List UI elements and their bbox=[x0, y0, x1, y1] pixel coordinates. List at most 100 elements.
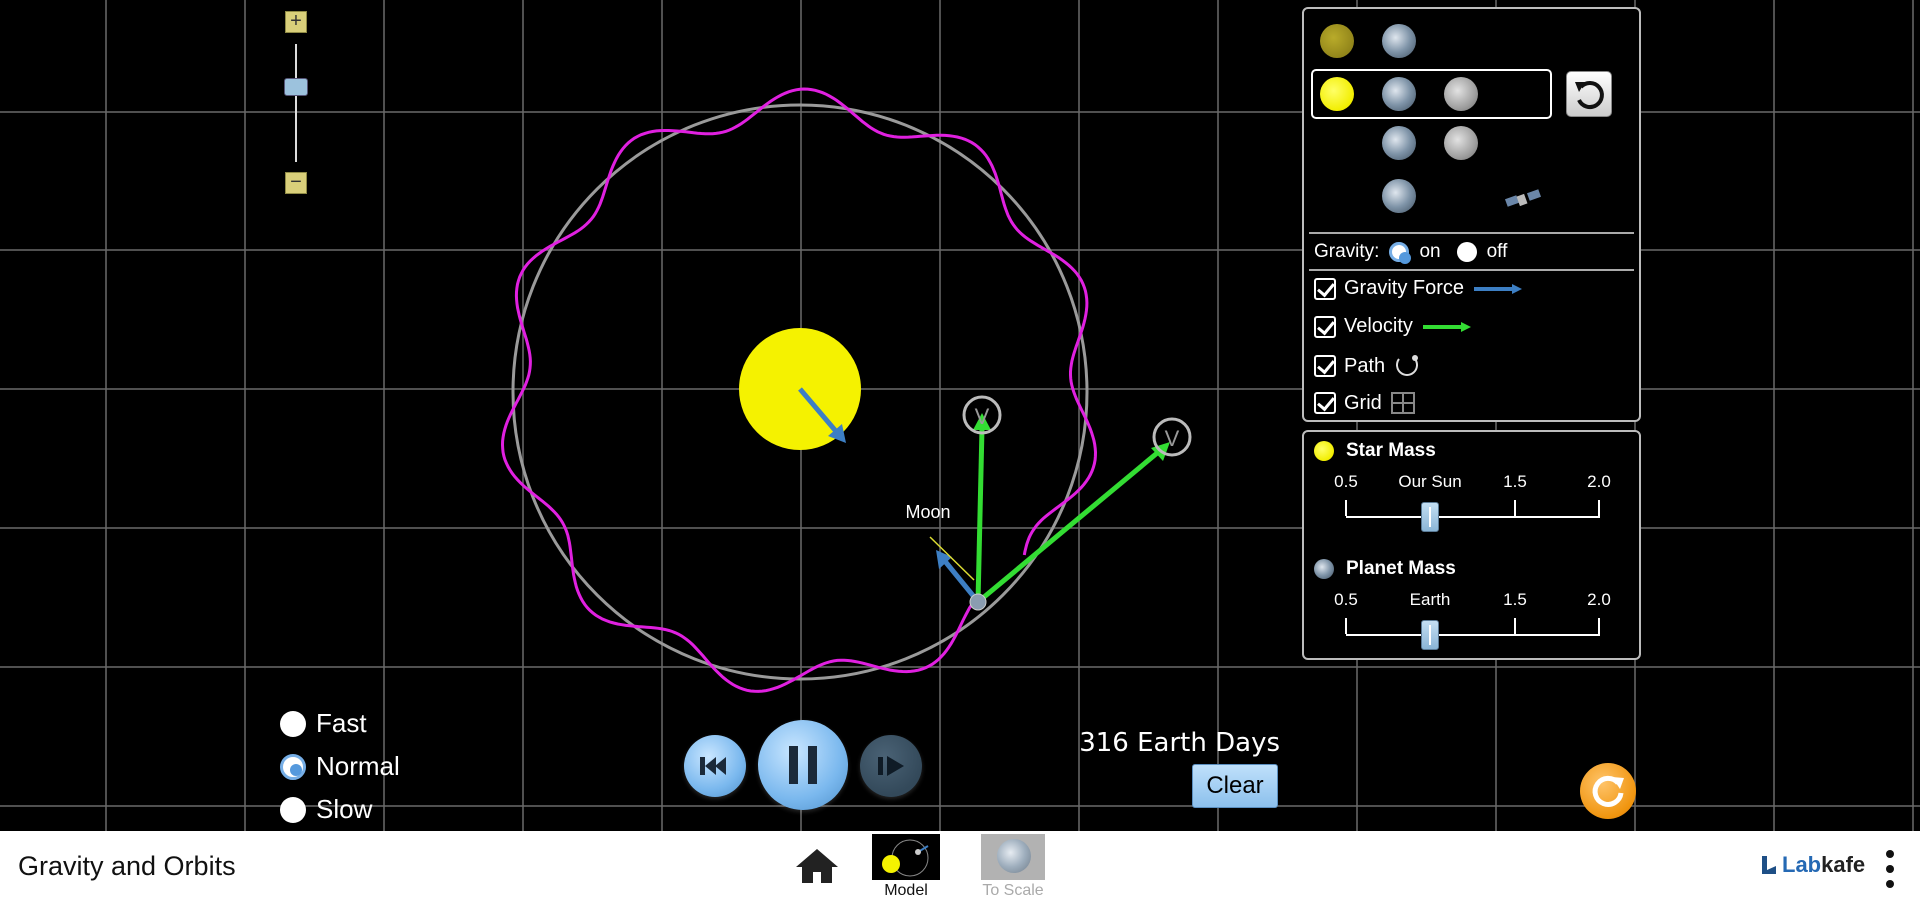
planet-velocity-marker: V bbox=[975, 404, 990, 429]
moon-velocity-marker: V bbox=[1165, 426, 1180, 451]
to-scale-earth-icon bbox=[997, 839, 1031, 873]
planet-tick-2: 1.5 bbox=[1503, 590, 1527, 609]
elapsed-days-unit: Earth Days bbox=[1137, 728, 1280, 758]
scene-planet-moon-moon-icon[interactable] bbox=[1444, 126, 1478, 160]
mass-panel: Star Mass 0.5 Our Sun 1.5 2.0 Planet Mas… bbox=[1302, 430, 1641, 660]
scene-planet-satellite-earth-icon[interactable] bbox=[1382, 179, 1416, 213]
planet-mass-title: Planet Mass bbox=[1346, 558, 1456, 579]
grid-checkbox[interactable] bbox=[1314, 392, 1336, 414]
planet-body[interactable] bbox=[969, 593, 987, 611]
elapsed-days-readout: 316 Earth Days bbox=[1079, 728, 1280, 758]
model-thumbnail-icon bbox=[882, 839, 929, 877]
gravity-on-label: on bbox=[1419, 241, 1441, 262]
gravity-label: Gravity: bbox=[1314, 241, 1380, 262]
speed-slow-label: Slow bbox=[316, 794, 373, 824]
moon-label: Moon bbox=[905, 502, 950, 522]
path-icon bbox=[1396, 355, 1419, 376]
gravity-force-checkbox[interactable] bbox=[1314, 277, 1336, 300]
scene-star-planet-sun-icon[interactable] bbox=[1320, 24, 1354, 58]
panel-divider bbox=[1309, 232, 1634, 234]
velocity-checkbox[interactable] bbox=[1314, 315, 1336, 338]
panel-divider-2 bbox=[1309, 269, 1634, 271]
zoom-in-button[interactable]: + bbox=[285, 11, 307, 33]
speed-fast-radio[interactable] bbox=[280, 710, 306, 737]
planet-mass-slider-track[interactable] bbox=[1346, 634, 1600, 636]
gravity-off-radio[interactable] bbox=[1456, 242, 1477, 262]
step-icon bbox=[878, 756, 904, 776]
zoom-out-button[interactable]: − bbox=[285, 172, 307, 194]
star-mass-slider-track[interactable] bbox=[1346, 516, 1600, 518]
menu-icon[interactable] bbox=[1882, 847, 1898, 891]
step-button[interactable] bbox=[860, 735, 922, 797]
star-mass-header: Star Mass bbox=[1314, 440, 1436, 462]
path-label: Path bbox=[1344, 354, 1386, 377]
star-mass-ticks: 0.5 Our Sun 1.5 2.0 bbox=[1304, 472, 1639, 496]
star-tick-mark-3 bbox=[1598, 500, 1600, 516]
gravity-force-arrow-icon bbox=[1474, 283, 1523, 294]
to-scale-thumbnail bbox=[981, 834, 1045, 880]
satellite-icon[interactable] bbox=[1504, 187, 1544, 211]
earth-icon bbox=[1382, 77, 1416, 111]
planet-tick-mark-3 bbox=[1598, 618, 1600, 634]
planet-mass-slider-thumb[interactable] bbox=[1421, 620, 1439, 650]
scene-star-planet-earth-icon[interactable] bbox=[1382, 24, 1416, 58]
tab-to-scale-label: To Scale bbox=[982, 882, 1044, 899]
brand-lab: Lab bbox=[1782, 852, 1822, 877]
brand-kafe: kafe bbox=[1821, 852, 1866, 877]
gravity-force-checkbox-row[interactable]: Gravity Force bbox=[1314, 277, 1524, 300]
star-icon bbox=[1314, 441, 1334, 461]
app-title: Gravity and Orbits bbox=[18, 851, 236, 881]
scene-reset-button[interactable] bbox=[1566, 71, 1612, 117]
velocity-checkbox-row[interactable]: Velocity bbox=[1314, 315, 1473, 338]
star-mass-slider-thumb[interactable] bbox=[1421, 502, 1439, 532]
star-tick-3: 2.0 bbox=[1587, 472, 1611, 491]
path-checkbox-row[interactable]: Path bbox=[1314, 353, 1421, 379]
speed-slow-option[interactable]: Slow bbox=[280, 794, 372, 825]
gravity-on-radio[interactable] bbox=[1389, 242, 1412, 264]
reset-all-button[interactable] bbox=[1580, 763, 1636, 819]
rewind-icon bbox=[700, 757, 726, 775]
rewind-button[interactable] bbox=[684, 735, 746, 797]
star-mass-title: Star Mass bbox=[1346, 440, 1436, 461]
grid-icon bbox=[1390, 392, 1415, 414]
planet-mass-header: Planet Mass bbox=[1314, 558, 1456, 580]
velocity-arrow-icon bbox=[1422, 321, 1471, 332]
path-checkbox[interactable] bbox=[1314, 355, 1336, 377]
simulation-stage: V V Moon 316 Earth Days + − Fast Normal … bbox=[0, 0, 1920, 831]
pause-button[interactable] bbox=[758, 720, 848, 810]
tab-model-label: Model bbox=[884, 882, 928, 899]
grid-label: Grid bbox=[1344, 391, 1382, 414]
planet-mass-ticks: 0.5 Earth 1.5 2.0 bbox=[1304, 590, 1639, 614]
moon-velocity-arrow bbox=[976, 447, 1164, 604]
planet-velocity-arrow bbox=[975, 427, 985, 603]
sun-icon bbox=[1320, 77, 1354, 111]
control-panel: Gravity: on off Gravity Force Velocity P… bbox=[1302, 7, 1641, 422]
planet-tick-mark-2 bbox=[1514, 618, 1516, 634]
star-tick-2: 1.5 bbox=[1503, 472, 1527, 491]
gravity-off-label: off bbox=[1486, 241, 1508, 262]
grid-checkbox-row[interactable]: Grid bbox=[1314, 391, 1416, 415]
planet-icon bbox=[1314, 559, 1334, 579]
home-icon[interactable] bbox=[794, 846, 840, 886]
scene-planet-moon-earth-icon[interactable] bbox=[1382, 126, 1416, 160]
scene-star-planet-moon-selected[interactable] bbox=[1311, 69, 1552, 119]
star-tick-mark-0 bbox=[1345, 500, 1347, 516]
zoom-in-icon: + bbox=[290, 10, 302, 32]
tab-to-scale[interactable]: To Scale bbox=[978, 834, 1048, 900]
pause-icon bbox=[789, 746, 817, 784]
clear-button[interactable]: Clear bbox=[1192, 764, 1278, 808]
speed-slow-radio[interactable] bbox=[280, 796, 306, 823]
speed-normal-label: Normal bbox=[316, 751, 400, 781]
brand-logo-icon bbox=[1762, 856, 1776, 874]
zoom-slider-track[interactable] bbox=[295, 44, 297, 162]
velocity-label: Velocity bbox=[1344, 315, 1413, 337]
speed-normal-option[interactable]: Normal bbox=[280, 751, 400, 782]
navigation-bar: Gravity and Orbits Model To Scale Lab kaf… bbox=[0, 831, 1920, 902]
tab-model[interactable]: Model bbox=[872, 834, 940, 900]
star-tick-mark-2 bbox=[1514, 500, 1516, 516]
zoom-slider-thumb[interactable] bbox=[284, 78, 308, 96]
speed-normal-radio[interactable] bbox=[280, 753, 306, 780]
speed-fast-option[interactable]: Fast bbox=[280, 708, 367, 739]
reset-icon bbox=[1592, 775, 1624, 807]
brand-logo[interactable]: Lab kafe bbox=[1760, 852, 1865, 878]
